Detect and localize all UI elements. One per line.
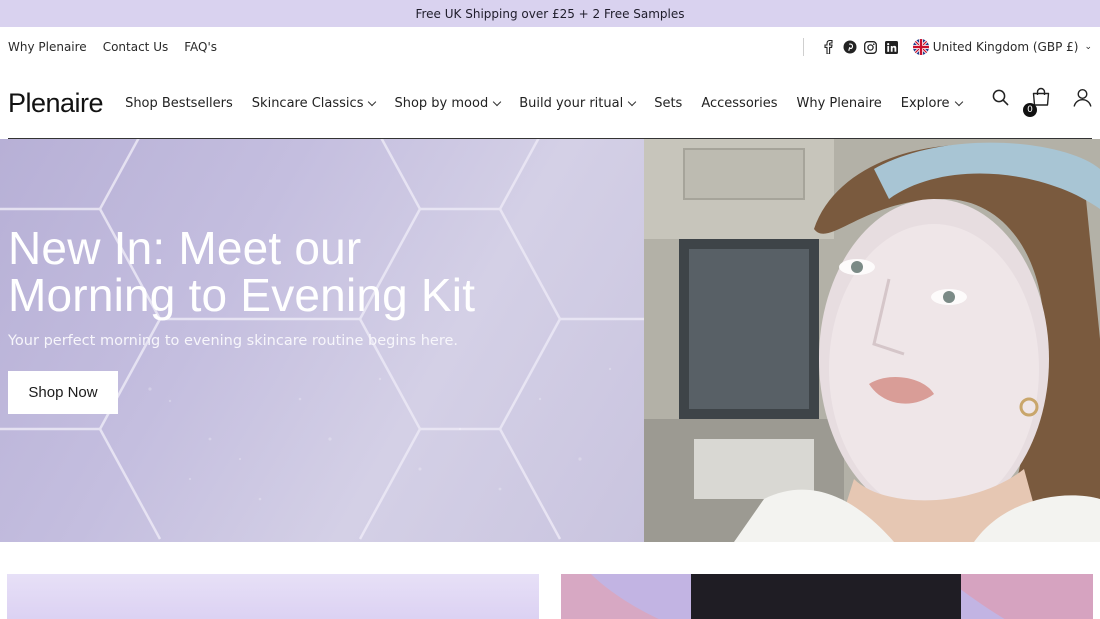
pinterest-icon[interactable] — [843, 40, 857, 54]
nav-item-label: Shop by mood — [394, 95, 489, 111]
social-links — [822, 40, 899, 54]
utility-link-contact-us[interactable]: Contact Us — [103, 40, 169, 54]
nav-item-shop-bestsellers[interactable]: Shop Bestsellers — [125, 96, 233, 111]
chevron-down-icon — [492, 97, 502, 106]
header-icons: 0 — [992, 87, 1092, 117]
uk-flag-icon — [912, 39, 929, 55]
promo-tile-left[interactable] — [7, 574, 539, 619]
chevron-down-icon — [368, 97, 377, 106]
nav-item-label: Build your ritual — [519, 95, 624, 111]
nav-item-label: Accessories — [701, 95, 778, 111]
nav-item-explore[interactable]: Explore — [900, 95, 963, 111]
account-icon[interactable] — [1073, 88, 1092, 111]
currency-label: United Kingdom (GBP £) — [932, 40, 1079, 54]
hero-subtitle: Your perfect morning to evening skincare… — [8, 333, 459, 349]
main-navigation: Plenaire Shop Bestsellers Skincare Class… — [0, 67, 1100, 139]
chevron-down-icon — [627, 97, 637, 106]
hero-title-line-1: New In: Meet our — [8, 222, 362, 274]
linkedin-icon[interactable] — [885, 40, 899, 54]
chevron-down-icon: ⌄ — [1084, 42, 1092, 52]
utility-link-faqs[interactable]: FAQ's — [184, 40, 217, 54]
promo-tile-right-image — [561, 574, 1093, 619]
nav-item-label: Shop Bestsellers — [125, 95, 233, 111]
nav-menu: Shop Bestsellers Skincare Classics Shop … — [125, 95, 963, 111]
nav-item-label: Skincare Classics — [251, 95, 364, 111]
instagram-icon[interactable] — [864, 40, 878, 54]
cart-button[interactable]: 0 — [1023, 87, 1051, 117]
hero-title: New In: Meet our Morning to Evening Kit — [8, 225, 568, 319]
utility-links: Why Plenaire Contact Us FAQ's — [8, 40, 217, 54]
hero-background: New In: Meet our Morning to Evening Kit … — [0, 139, 644, 542]
hero-title-line-2: Morning to Evening Kit — [8, 269, 476, 321]
utility-link-why-plenaire[interactable]: Why Plenaire — [8, 40, 87, 54]
nav-item-label: Explore — [900, 95, 950, 111]
nav-item-why-plenaire[interactable]: Why Plenaire — [797, 96, 882, 111]
utility-divider — [802, 38, 804, 56]
promo-tile-right[interactable] — [561, 574, 1093, 619]
chevron-down-icon — [954, 97, 963, 106]
currency-selector[interactable]: United Kingdom (GBP £) ⌄ — [912, 39, 1092, 55]
announcement-text: Free UK Shipping over £25 + 2 Free Sampl… — [415, 6, 685, 21]
utility-bar: Why Plenaire Contact Us FAQ's United Kin… — [0, 27, 1100, 67]
utility-right: United Kingdom (GBP £) ⌄ — [802, 38, 1092, 56]
shop-now-button[interactable]: Shop Now — [8, 371, 118, 414]
site-logo[interactable]: Plenaire — [8, 88, 104, 119]
nav-item-label: Why Plenaire — [796, 95, 882, 111]
announcement-bar: Free UK Shipping over £25 + 2 Free Sampl… — [0, 0, 1100, 27]
facebook-icon[interactable] — [822, 40, 836, 54]
nav-item-sets[interactable]: Sets — [654, 96, 682, 111]
face-mask-photo — [644, 139, 1100, 542]
hero-copy: New In: Meet our Morning to Evening Kit … — [8, 225, 568, 414]
promo-tiles — [0, 542, 1100, 619]
nav-item-accessories[interactable]: Accessories — [701, 96, 777, 111]
cart-count-badge: 0 — [1023, 103, 1037, 117]
nav-item-skincare-classics[interactable]: Skincare Classics — [251, 95, 377, 111]
nav-item-shop-by-mood[interactable]: Shop by mood — [394, 95, 502, 111]
hero-photo-woman-face-mask — [644, 139, 1100, 542]
search-icon[interactable] — [992, 89, 1009, 110]
nav-item-label: Sets — [654, 95, 683, 111]
nav-item-build-your-ritual[interactable]: Build your ritual — [519, 95, 637, 111]
hero-banner: New In: Meet our Morning to Evening Kit … — [0, 139, 1100, 542]
